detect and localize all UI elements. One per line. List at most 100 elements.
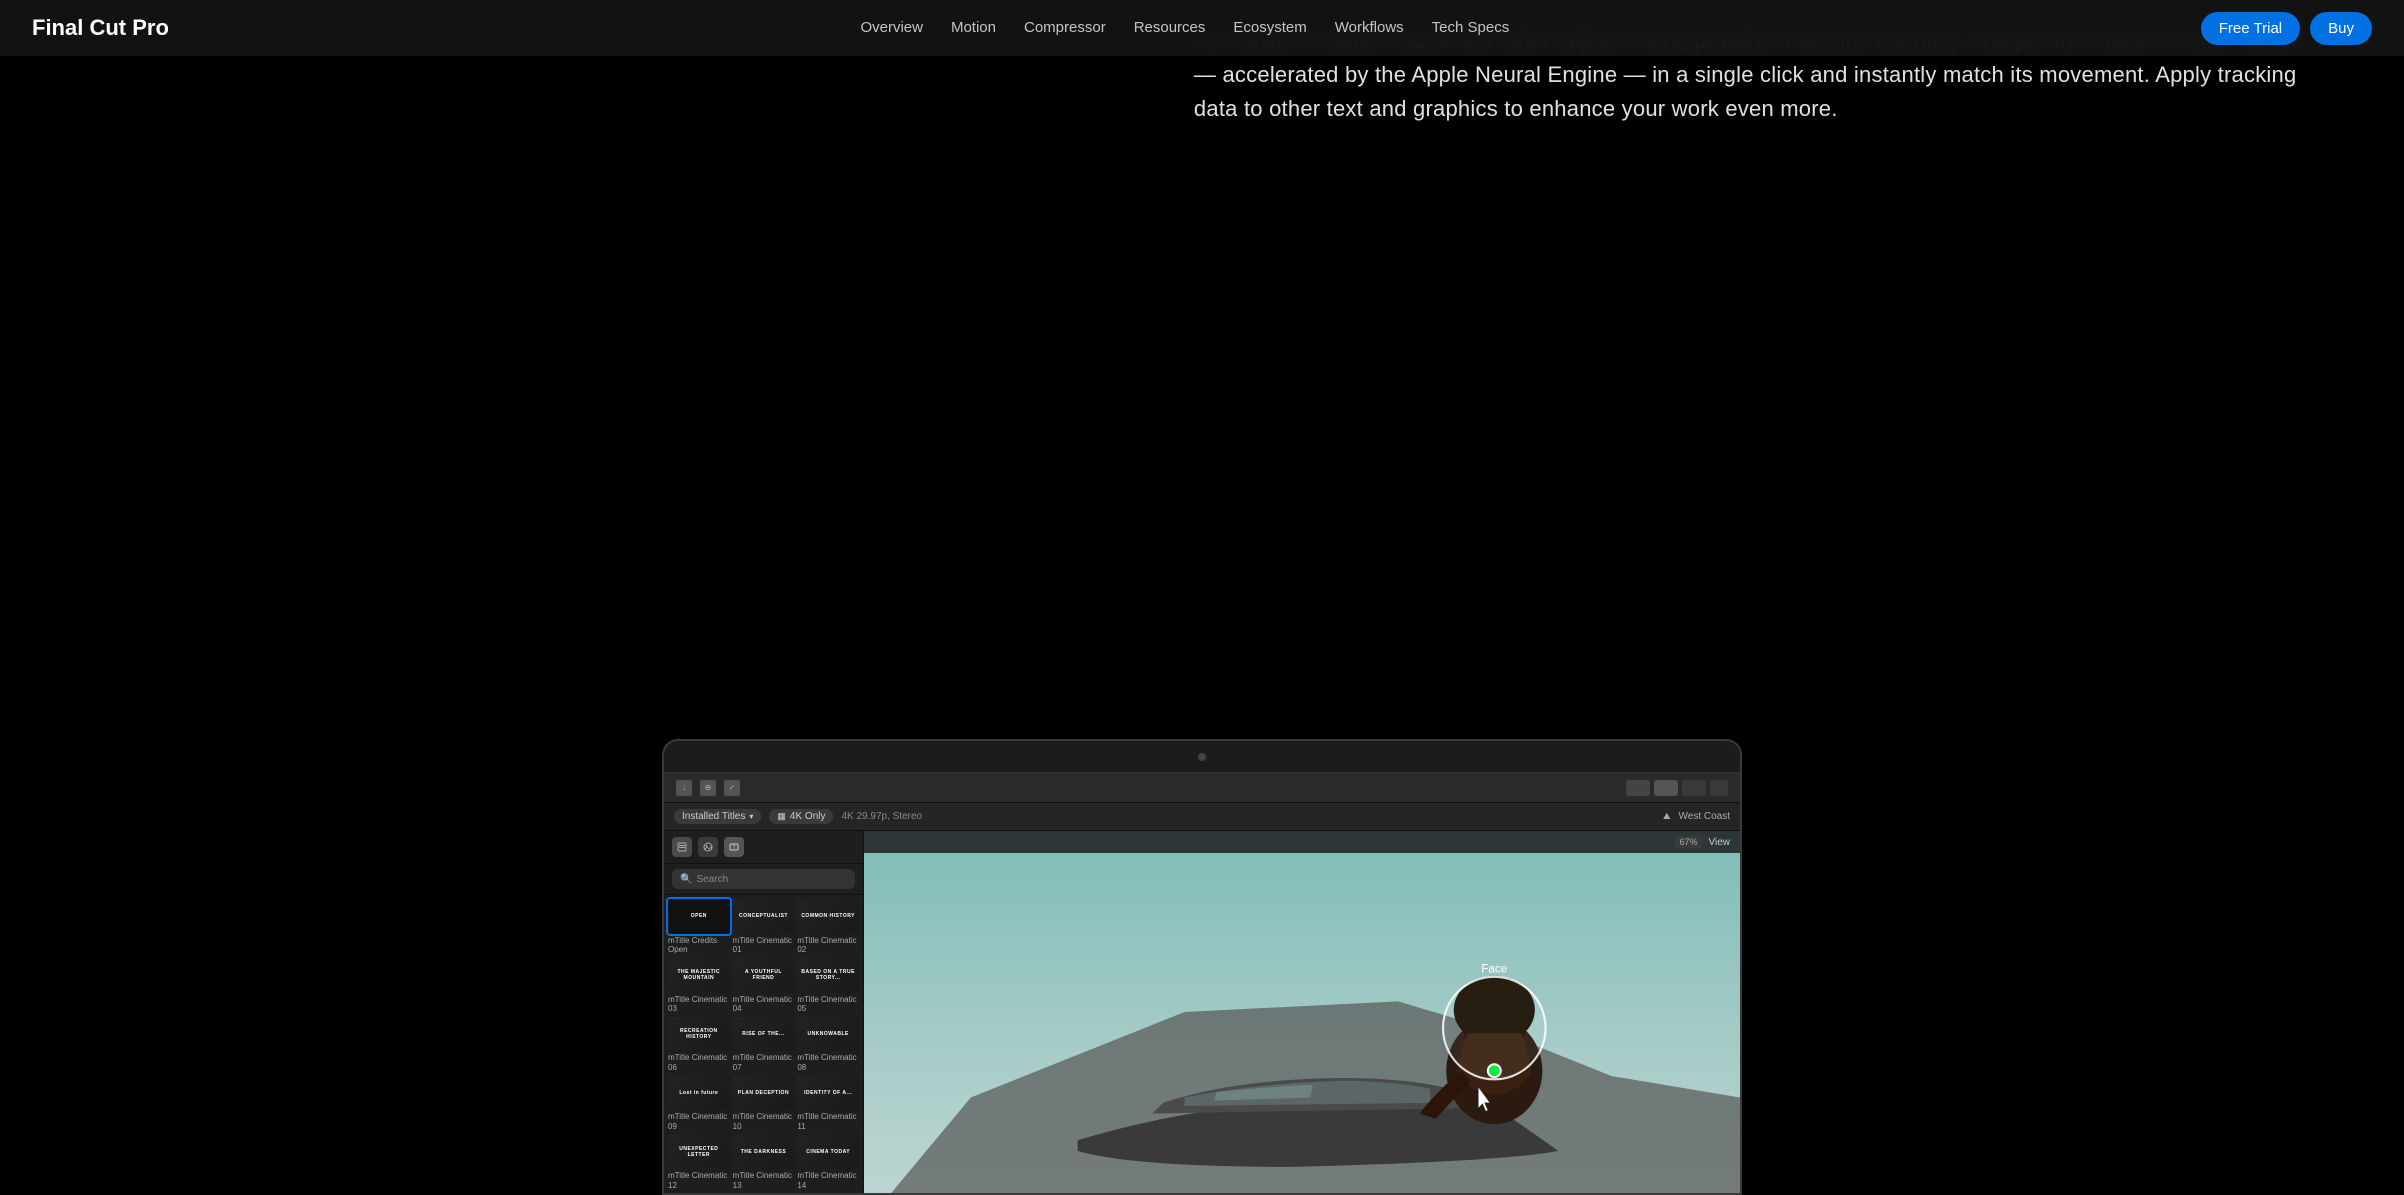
toolbar-keyword-icon[interactable]: ⊕ [700,780,716,796]
nav-tech-specs[interactable]: Tech Specs [1432,19,1510,36]
thumbnail-item[interactable]: THE DARKNESS mTitle Cinematic 13 [733,1135,795,1191]
thumbnail-item[interactable]: THE MAJESTIC MOUNTAIN mTitle Cinematic 03 [668,958,730,1014]
thumb-title: IDENTITY OF A... [802,1090,854,1096]
free-trial-button[interactable]: Free Trial [2201,12,2300,45]
location-icon: ⛰ [1663,811,1671,822]
nav-motion[interactable]: Motion [951,19,996,36]
thumb-label: mTitle Cinematic 02 [797,936,859,955]
thumb-label: mTitle Cinematic 10 [733,1112,795,1131]
mac-titlebar [664,741,1740,773]
thumbnail-item[interactable]: Lost in future mTitle Cinematic 09 [668,1076,730,1132]
fcp-browser-bar: Installed Titles ▾ ▦ 4K Only 4K 29.97p, … [664,803,1740,831]
thumbnail-item[interactable]: BASED ON A TRUE STORY... mTitle Cinematic… [797,958,859,1014]
macbook-frame: ↓ ⊕ ✓ Installed Titles [662,739,1742,1195]
thumb-label: mTitle Cinematic 11 [797,1112,859,1131]
thumb-title: BASED ON A TRUE STORY... [797,969,859,981]
toolbar-view3-icon[interactable] [1682,780,1706,796]
thumbnail-item[interactable]: RECREATION HISTORYmTitle Cinematic 06 [668,1017,730,1073]
thumb-title: THE MAJESTIC MOUNTAIN [668,969,730,981]
thumb-title: CINEMA TODAY [804,1149,852,1155]
thumbnail-item[interactable]: RISE OF THE... mTitle Cinematic 07 [733,1017,795,1073]
viewer-zoom-controls: 67% View [1674,836,1730,848]
thumb-title: RISE OF THE... [740,1031,787,1037]
toolbar-import-icon[interactable]: ↓ [676,780,692,796]
thumb-label: mTitle Cinematic 14 [797,1171,859,1190]
view-button[interactable]: View [1709,837,1731,848]
browser-grid: OPENmTitle Credits Open CONCEPTUALIST mTit… [664,895,863,1193]
toolbar-check-icon[interactable]: ✓ [724,780,740,796]
search-input-area[interactable]: 🔍 Search [672,869,855,889]
zoom-level[interactable]: 67% [1674,836,1702,848]
dropdown-chevron: ▾ [749,812,753,821]
nav-logo[interactable]: Final Cut Pro [32,15,169,41]
nav-workflows[interactable]: Workflows [1335,19,1404,36]
filter-icon: ▦ [777,811,786,822]
video-frame: Face [864,831,1740,1193]
filter-label: 4K Only [790,811,826,822]
mac-mockup: ↓ ⊕ ✓ Installed Titles [662,739,1742,1195]
fcp-toolbar: ↓ ⊕ ✓ [664,773,1740,803]
thumb-title: CONCEPTUALIST [737,913,790,919]
browser-search: 🔍 Search [664,864,863,895]
thumbnail-item[interactable]: PLAN DECEPTION mTitle Cinematic 10 [733,1076,795,1132]
thumb-title: UNEXPECTED LETTER [668,1146,730,1158]
browser-bar-left: Installed Titles ▾ ▦ 4K Only 4K 29.97p, … [674,809,1651,824]
thumb-label: mTitle Cinematic 07 [733,1053,795,1072]
fcp-viewer-panel[interactable]: 67% View [864,831,1740,1193]
page-content: the viewer to detect faces and other obj… [0,0,2404,1195]
nav-actions: Free Trial Buy [2201,12,2372,45]
location-label: West Coast [1679,811,1731,822]
installed-titles-pill[interactable]: Installed Titles ▾ [674,809,761,824]
thumbnail-item[interactable]: CINEMA TODAY mTitle Cinematic 14 [797,1135,859,1191]
thumb-title: Lost in future [677,1090,720,1096]
nav-resources[interactable]: Resources [1134,19,1206,36]
nav-links: Overview Motion Compressor Resources Eco… [860,19,1509,37]
fcp-browser-panel: T 🔍 Search OPENmTitle Credits [664,831,864,1193]
svg-text:Face: Face [1481,962,1508,975]
thumbnail-item[interactable]: COMMON HISTORY mTitle Cinematic 02 [797,899,859,955]
nav-overview[interactable]: Overview [860,19,923,36]
nav-compressor[interactable]: Compressor [1024,19,1106,36]
thumbnail-item[interactable]: UNKNOWABLE mTitle Cinematic 08 [797,1017,859,1073]
installed-titles-label: Installed Titles [682,811,745,822]
toolbar-view1-icon[interactable] [1626,780,1650,796]
thumb-title: UNKNOWABLE [805,1031,850,1037]
thumb-title: OPEN [689,913,709,919]
navigation: Final Cut Pro Overview Motion Compressor… [0,0,2404,56]
thumb-title: COMMON HISTORY [799,913,857,919]
thumb-title: PLAN DECEPTION [736,1090,791,1096]
nav-ecosystem[interactable]: Ecosystem [1233,19,1306,36]
viewer-topbar: 67% View [864,831,1740,853]
browser-tabs: T [664,831,863,864]
thumb-title: A YOUTHFUL FRIEND [733,969,795,981]
thumb-label: mTitle Cinematic 13 [733,1171,795,1190]
audio-info: 4K 29.97p, Stereo [841,811,922,822]
thumbnail-item[interactable]: IDENTITY OF A... mTitle Cinematic 11 [797,1076,859,1132]
toolbar-share-icon[interactable] [1710,780,1728,796]
thumb-label: mTitle Cinematic 03 [668,995,730,1014]
thumbnail-item[interactable]: A YOUTHFUL FRIEND mTitle Cinematic 04 [733,958,795,1014]
thumb-title: THE DARKNESS [739,1149,788,1155]
thumb-title: RECREATION HISTORY [668,1028,730,1040]
scene-svg: Face [864,831,1740,1193]
filter-pill[interactable]: ▦ 4K Only [769,809,833,824]
thumb-label: mTitle Cinematic 05 [797,995,859,1014]
tab-libraries-icon[interactable] [672,837,692,857]
thumbnail-item[interactable]: OPENmTitle Credits Open [668,899,730,955]
mac-camera [1198,753,1206,761]
thumb-label: mTitle Cinematic 08 [797,1053,859,1072]
fcp-main: T 🔍 Search OPENmTitle Credits [664,831,1740,1193]
thumb-label: mTitle Cinematic 04 [733,995,795,1014]
thumb-label: mTitle Cinematic 09 [668,1112,730,1131]
thumbnail-item[interactable]: CONCEPTUALIST mTitle Cinematic 01 [733,899,795,955]
thumb-label: mTitle Cinematic 01 [733,936,795,955]
thumb-label: mTitle Cinematic 12 [668,1171,730,1190]
search-placeholder: Search [696,874,728,885]
search-icon: 🔍 [680,874,692,885]
tab-titles-icon[interactable]: T [724,837,744,857]
tab-photos-icon[interactable] [698,837,718,857]
toolbar-view2-icon[interactable] [1654,780,1678,796]
browser-bar-right: ⛰ West Coast [1663,811,1730,822]
buy-button[interactable]: Buy [2310,12,2372,45]
thumbnail-item[interactable]: UNEXPECTED LETTER mTitle Cinematic 12 [668,1135,730,1191]
